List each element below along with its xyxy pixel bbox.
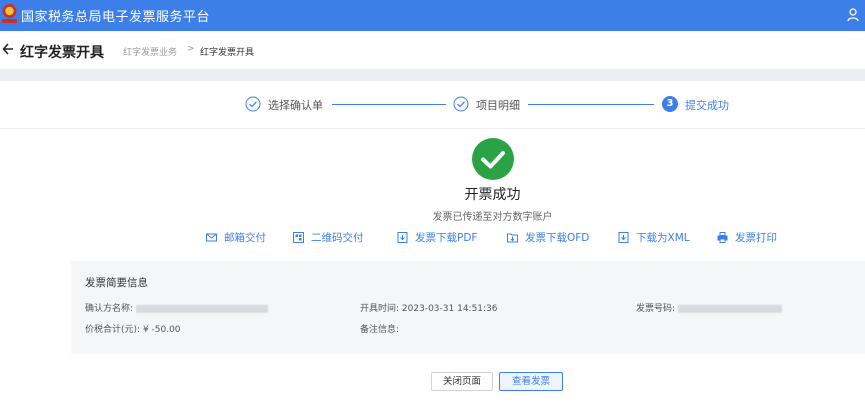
step-done-check-icon: [245, 96, 261, 112]
remark-field: 备注信息:: [360, 322, 399, 335]
email-delivery-link[interactable]: 邮箱交付: [206, 229, 266, 245]
print-invoice-link[interactable]: 发票打印: [717, 229, 777, 245]
invoice-number-label: 发票号码:: [636, 304, 676, 314]
breadcrumb-separator: >: [187, 44, 195, 54]
download-xml-link[interactable]: 下载为XML: [618, 229, 690, 245]
download-pdf-label: 发票下载PDF: [415, 231, 478, 244]
print-invoice-label: 发票打印: [735, 231, 777, 244]
app-title: 国家税务总局电子发票服务平台: [21, 10, 211, 25]
issue-time-field: 开具时间: 2023-03-31 14:51:36: [360, 301, 498, 314]
result-title: 开票成功: [464, 187, 521, 203]
step-connector: [528, 104, 654, 105]
qrcode-delivery-label: 二维码交付: [311, 231, 364, 244]
breadcrumb-item-current: 红字发票开具: [200, 48, 255, 58]
download-icon: [397, 231, 408, 243]
breadcrumb-item-red-invoice-business[interactable]: 红字发票业务: [123, 45, 177, 58]
invoice-summary-panel: 发票简要信息 确认方名称: 开具时间: 2023-03-31 14:51:36 …: [71, 261, 865, 354]
total-amount-value: ¥ -50.00: [142, 325, 181, 335]
download-ofd-label: 发票下载OFD: [525, 231, 590, 244]
qrcode-delivery-link[interactable]: 二维码交付: [293, 229, 364, 245]
back-arrow-icon[interactable]: [2, 42, 14, 56]
divider-strip: [0, 69, 865, 81]
confirm-party-label: 确认方名称:: [85, 304, 134, 314]
user-icon[interactable]: [847, 8, 859, 22]
issue-time-value: 2023-03-31 14:51:36: [401, 304, 498, 314]
step-3-number: 3: [662, 96, 678, 112]
step-connector: [332, 104, 446, 105]
invoice-number-value-redacted: [677, 304, 782, 313]
page-title: 红字发票开具: [20, 45, 104, 61]
top-bar: 国家税务总局电子发票服务平台: [0, 0, 865, 31]
success-check-icon: [472, 138, 514, 180]
result-subtitle: 发票已传递至对方数字账户: [432, 212, 553, 223]
step-done-check-icon: [453, 96, 469, 112]
view-invoice-button[interactable]: 查看发票: [499, 372, 563, 391]
download-xml-label: 下载为XML: [636, 231, 690, 244]
download-icon: [618, 231, 629, 243]
confirm-party-field: 确认方名称:: [85, 301, 268, 314]
email-delivery-label: 邮箱交付: [224, 231, 266, 244]
download-ofd-link[interactable]: 发票下载OFD: [507, 229, 589, 245]
close-page-button[interactable]: 关闭页面: [431, 372, 493, 391]
breadcrumb-bar: 红字发票开具 红字发票业务 > 红字发票开具: [0, 31, 865, 69]
mail-icon: [206, 233, 217, 241]
remark-label: 备注信息:: [360, 325, 400, 335]
step-2-label: 项目明细: [476, 99, 520, 112]
download-pdf-link[interactable]: 发票下载PDF: [397, 229, 477, 245]
download-icon: [507, 233, 518, 242]
qrcode-icon: [293, 231, 304, 243]
total-amount-field: 价税合计(元): ¥ -50.00: [85, 322, 181, 335]
step-1-label: 选择确认单: [268, 99, 323, 112]
issue-time-label: 开具时间:: [360, 304, 400, 314]
total-amount-label: 价税合计(元):: [85, 325, 141, 335]
tax-emblem-icon: [2, 4, 17, 23]
summary-title: 发票简要信息: [85, 277, 148, 289]
printer-icon: [717, 231, 728, 243]
invoice-number-field: 发票号码:: [636, 301, 782, 314]
confirm-party-value-redacted: [135, 304, 268, 313]
step-3-label: 提交成功: [685, 99, 729, 112]
progress-steps: 选择确认单 项目明细 3 提交成功: [0, 81, 865, 129]
